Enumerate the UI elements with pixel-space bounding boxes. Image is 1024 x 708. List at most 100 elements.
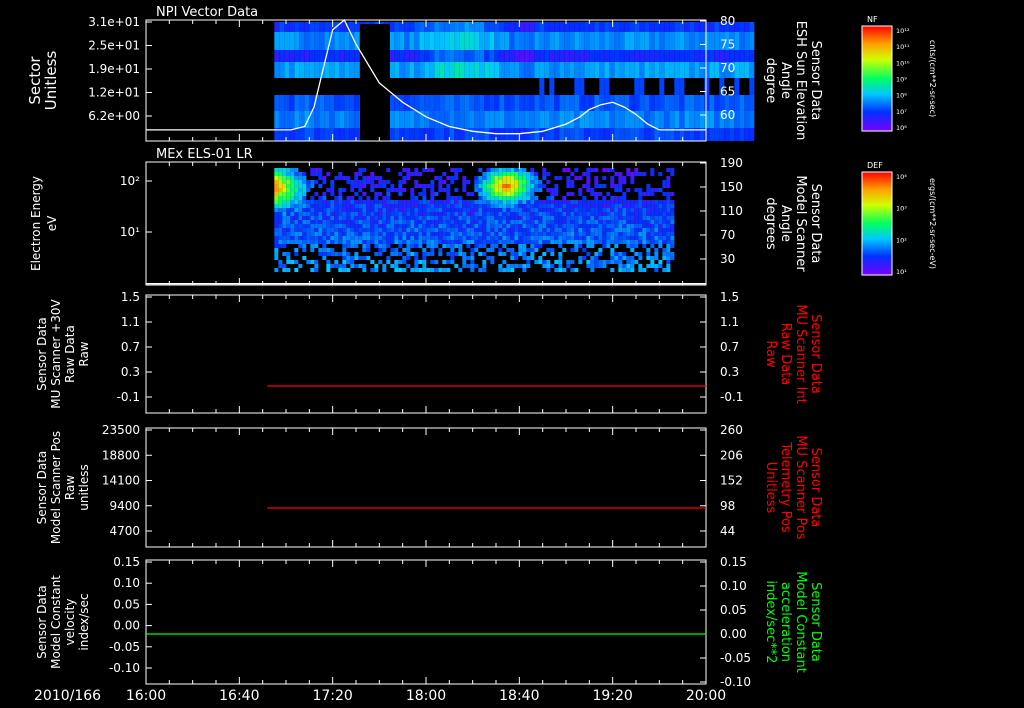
heat-cell [322, 232, 327, 236]
heat-cell [669, 32, 675, 50]
heat-cell [290, 176, 295, 180]
heat-cell [638, 232, 643, 236]
heat-cell [594, 216, 599, 220]
heat-cell [286, 208, 291, 212]
heat-cell [562, 232, 567, 236]
heat-cell [606, 228, 611, 232]
heat-cell [314, 244, 319, 248]
heat-cell [534, 220, 539, 224]
heat-cell [378, 224, 383, 228]
heat-cell [386, 212, 391, 216]
heat-cell [334, 260, 339, 264]
heat-cell [594, 168, 599, 172]
heat-cell [470, 200, 475, 204]
heat-cell [594, 192, 599, 196]
heat-cell [662, 252, 667, 256]
heat-cell [302, 196, 307, 200]
heat-cell [414, 216, 419, 220]
heat-cell [414, 32, 420, 50]
heat-cell [450, 208, 455, 212]
heat-cell [559, 95, 565, 111]
heat-cell [554, 232, 559, 236]
y2-tick-label: 150 [720, 180, 743, 194]
heat-cell [579, 22, 585, 32]
heat-cell [714, 62, 720, 78]
y2-tick-label: 1.5 [720, 290, 739, 304]
heat-cell [674, 22, 680, 32]
heat-cell [542, 224, 547, 228]
heat-cell [358, 236, 363, 240]
heat-cell [554, 216, 559, 220]
heat-cell [338, 208, 343, 212]
heat-cell [334, 220, 339, 224]
heat-cell [502, 172, 507, 176]
heat-cell [318, 204, 323, 208]
heat-cell [630, 244, 635, 248]
heat-cell [550, 264, 555, 268]
heat-cell [662, 216, 667, 220]
y-axis-label: Model Constant [49, 575, 63, 669]
heat-cell [282, 184, 287, 188]
heat-cell [538, 224, 543, 228]
heat-cell [286, 240, 291, 244]
heat-cell [589, 50, 595, 62]
heat-cell [534, 62, 540, 78]
heat-cell [454, 236, 459, 240]
heat-cell [626, 260, 631, 264]
heat-cell [619, 111, 625, 128]
heat-cell [354, 252, 359, 256]
heat-cell [426, 244, 431, 248]
heat-cell [546, 224, 551, 228]
heat-cell [566, 216, 571, 220]
heat-cell [606, 208, 611, 212]
heat-cell [470, 236, 475, 240]
heat-cell [590, 264, 595, 268]
heat-cell [526, 224, 531, 228]
heat-cell [366, 248, 371, 252]
heat-cell [594, 264, 599, 268]
heat-cell [598, 224, 603, 228]
heat-cell [398, 204, 403, 208]
heat-cell [630, 260, 635, 264]
heat-cell [534, 180, 539, 184]
heat-cell [418, 212, 423, 216]
heat-cell [598, 212, 603, 216]
heat-cell [638, 192, 643, 196]
heat-cell [506, 188, 511, 192]
heat-cell [578, 208, 583, 212]
heat-cell [586, 228, 591, 232]
heat-cell [739, 62, 745, 78]
heat-cell [526, 240, 531, 244]
heat-cell [409, 22, 415, 32]
heat-cell [594, 212, 599, 216]
heat-cell [406, 228, 411, 232]
y2-axis-label: Sensor Data [808, 184, 823, 264]
heat-cell [634, 62, 640, 78]
heat-cell [614, 184, 619, 188]
heat-cell [459, 111, 465, 128]
heat-cell [510, 232, 515, 236]
heat-cell [499, 62, 505, 78]
y2-tick-label: 60 [720, 108, 735, 122]
heat-cell [679, 111, 685, 128]
heat-cell [646, 236, 651, 240]
heat-cell [342, 256, 347, 260]
heat-cell [662, 228, 667, 232]
heat-cell [564, 95, 570, 111]
heat-cell [310, 268, 315, 272]
heat-cell [462, 176, 467, 180]
heat-cell [578, 216, 583, 220]
heat-cell [406, 216, 411, 220]
heat-cell [426, 184, 431, 188]
y2-axis-label: degree [763, 58, 778, 104]
heat-cell [454, 240, 459, 244]
heat-cell [534, 260, 539, 264]
heat-cell [658, 220, 663, 224]
y-tick-label: 1.1 [121, 315, 140, 329]
heat-cell [514, 264, 519, 268]
heat-cell [350, 264, 355, 268]
heat-cell [366, 256, 371, 260]
heat-cell [510, 196, 515, 200]
heat-cell [386, 188, 391, 192]
y-tick-label: 10¹ [120, 225, 140, 239]
